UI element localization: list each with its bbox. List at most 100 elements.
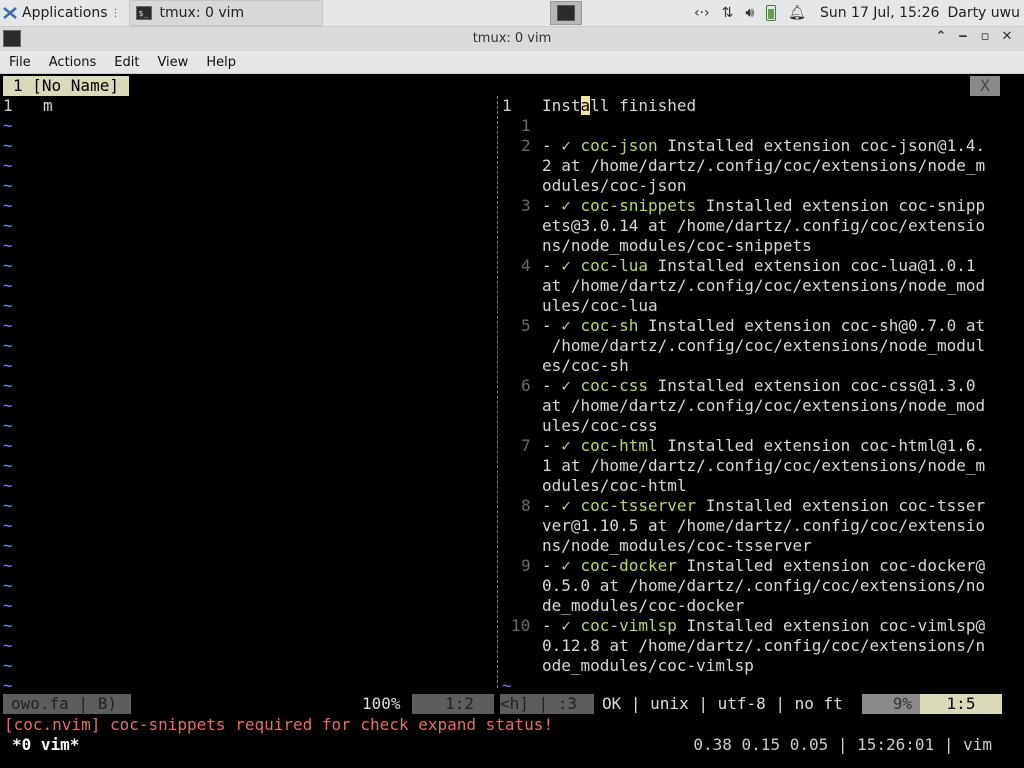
taskbar-item-tmux[interactable]: $_ tmux: 0 vim xyxy=(128,0,323,26)
install-entry: - ✓ coc-tsserver Installed extension coc… xyxy=(542,496,985,516)
tilde-marker: ~ xyxy=(3,656,13,675)
entry-text: ules/coc-lua xyxy=(542,296,658,315)
extension-name: coc-json xyxy=(580,136,658,155)
check-icon: ✓ xyxy=(561,496,581,515)
status-right-info: OK | unix | utf-8 | no ft xyxy=(602,694,843,713)
install-entry: - ✓ coc-json Installed extension coc-jso… xyxy=(542,136,985,156)
menu-bar: File Actions Edit View Help xyxy=(0,51,1024,74)
tilde-marker: ~ xyxy=(3,356,13,375)
status-right-position: 1:5 xyxy=(920,694,1002,714)
menu-view[interactable]: View xyxy=(148,55,197,70)
check-icon: ✓ xyxy=(561,556,581,575)
entry-text: 1 at /home/dartz/.config/coc/extensions/… xyxy=(542,456,986,475)
tilde-marker: ~ xyxy=(3,496,13,515)
menu-help[interactable]: Help xyxy=(197,55,245,70)
line-number: 1 xyxy=(3,96,13,115)
line-text: m xyxy=(43,96,53,115)
tilde-marker: ~ xyxy=(3,316,13,335)
system-tray: ‹·› ⇅ 🔊︎ 🔔︎ Sun 17 Jul, 15:26 Darty uwu xyxy=(688,0,1024,26)
entry-text: ver@1.10.5 at /home/dartz/.config/coc/ex… xyxy=(542,516,986,535)
check-icon: ✓ xyxy=(561,196,581,215)
volume-icon[interactable]: 🔊︎ xyxy=(745,5,754,21)
entry-text: ns/node_modules/coc-tsserver xyxy=(542,536,812,555)
tilde-marker: ~ xyxy=(3,176,13,195)
tilde-marker: ~ xyxy=(3,556,13,575)
window-title: tmux: 0 vim xyxy=(472,31,552,46)
entry-text: Installed extension coc-sh@0.7.0 at xyxy=(638,316,986,335)
tilde-marker: ~ xyxy=(3,676,13,695)
shade-window-icon[interactable]: ⌃ xyxy=(930,29,952,44)
extension-name: coc-lua xyxy=(580,256,648,275)
workspace-switcher[interactable] xyxy=(550,1,582,25)
menu-file[interactable]: File xyxy=(0,55,40,70)
tilde-marker: ~ xyxy=(502,676,512,695)
entry-text: es/coc-sh xyxy=(542,356,629,375)
tilde-marker: ~ xyxy=(3,396,13,415)
entry-text: at /home/dartz/.config/coc/extensions/no… xyxy=(542,396,986,415)
relative-line-number: 10 xyxy=(511,616,531,635)
check-icon: ✓ xyxy=(561,136,581,155)
bullet: - xyxy=(542,316,562,335)
entry-text: 2 at /home/dartz/.config/coc/extensions/… xyxy=(542,156,986,175)
install-entry: - ✓ coc-docker Installed extension coc-d… xyxy=(542,556,985,576)
notification-bell-icon[interactable]: 🔔︎ xyxy=(788,5,806,21)
tilde-marker: ~ xyxy=(3,596,13,615)
check-icon: ✓ xyxy=(561,436,581,455)
status-right-percent: 9% xyxy=(862,694,920,714)
relative-line-number: 9 xyxy=(521,556,531,575)
status-left-position: 1:2 xyxy=(412,694,494,714)
applications-menu-button[interactable]: Applications ⋮ xyxy=(0,0,125,26)
close-window-icon[interactable]: ✕ xyxy=(996,29,1018,44)
check-icon: ✓ xyxy=(561,616,581,635)
menu-edit[interactable]: Edit xyxy=(105,55,148,70)
status-file: owo.fa | B) xyxy=(3,694,131,714)
entry-text: Installed extension coc-tsser xyxy=(696,496,986,515)
relative-line-number: 4 xyxy=(521,256,531,275)
tilde-marker: ~ xyxy=(3,296,13,315)
user-menu[interactable]: Darty uwu xyxy=(947,5,1020,21)
status-left-percent: 100% xyxy=(362,694,401,713)
vim-tab-close-button[interactable]: X xyxy=(970,76,1000,96)
entry-text: ns/node_modules/coc-snippets xyxy=(542,236,812,255)
install-entry: - ✓ coc-snippets Installed extension coc… xyxy=(542,196,985,216)
tilde-marker: ~ xyxy=(3,156,13,175)
check-icon: ✓ xyxy=(561,376,581,395)
bullet: - xyxy=(542,196,562,215)
tilde-marker: ~ xyxy=(3,256,13,275)
extension-name: coc-tsserver xyxy=(580,496,697,515)
tilde-marker: ~ xyxy=(3,456,13,475)
relative-line-number: 1 xyxy=(521,116,531,135)
minimize-window-icon[interactable]: ‒ xyxy=(952,29,974,44)
entry-text: at /home/dartz/.config/coc/extensions/no… xyxy=(542,276,986,295)
entry-text: Installed extension coc-vimlsp@ xyxy=(676,616,986,635)
vim-tab[interactable]: 1 [No Name] xyxy=(3,76,129,96)
menu-actions[interactable]: Actions xyxy=(40,55,106,70)
tmux-window-label[interactable]: *0 vim* xyxy=(12,735,79,755)
entry-text: Installed extension coc-lua@1.0.1 xyxy=(647,256,976,275)
coc-message: [coc.nvim] coc-snippets required for che… xyxy=(4,715,554,734)
entry-text: ets@3.0.14 at /home/dartz/.config/coc/ex… xyxy=(542,216,986,235)
workspace-window-thumbnail xyxy=(557,5,575,21)
terminal-area[interactable]: 1 [No Name] X 1 m ~ ~ ~ ~ ~ ~ ~ ~ ~ ~ ~ ~ ~ ~ ~ ~ ~ ~ ~ ~ ~ ~ ~ ~… xyxy=(0,74,1024,768)
tilde-marker: ~ xyxy=(3,576,13,595)
window-titlebar[interactable]: tmux: 0 vim ⌃ ‒ ▫ ✕ xyxy=(0,27,1024,52)
extension-name: coc-css xyxy=(580,376,648,395)
install-entry: - ✓ coc-sh Installed extension coc-sh@0.… xyxy=(542,316,985,336)
network-updown-icon[interactable]: ⇅ xyxy=(722,5,734,21)
tmux-statusbar: *0 vim* 0.38 0.15 0.05 | 15:26:01 | vim xyxy=(0,735,1024,755)
battery-icon[interactable] xyxy=(766,5,777,21)
bullet: - xyxy=(542,616,562,635)
install-entry: - ✓ coc-css Installed extension coc-css@… xyxy=(542,376,975,396)
tilde-marker: ~ xyxy=(3,136,13,155)
install-entry: - ✓ coc-vimlsp Installed extension coc-v… xyxy=(542,616,985,636)
header-text: Inst xyxy=(542,96,581,115)
network-arrows-icon[interactable]: ‹·› xyxy=(694,5,710,21)
terminal-icon: $_ xyxy=(135,6,152,20)
applications-label: Applications xyxy=(22,5,108,21)
maximize-window-icon[interactable]: ▫ xyxy=(974,29,996,44)
check-icon: ✓ xyxy=(561,256,581,275)
install-entry: - ✓ coc-lua Installed extension coc-lua@… xyxy=(542,256,975,276)
clock[interactable]: Sun 17 Jul, 15:26 xyxy=(820,5,940,21)
relative-line-number: 5 xyxy=(521,316,531,335)
entry-text: ode_modules/coc-vimlsp xyxy=(542,656,754,675)
